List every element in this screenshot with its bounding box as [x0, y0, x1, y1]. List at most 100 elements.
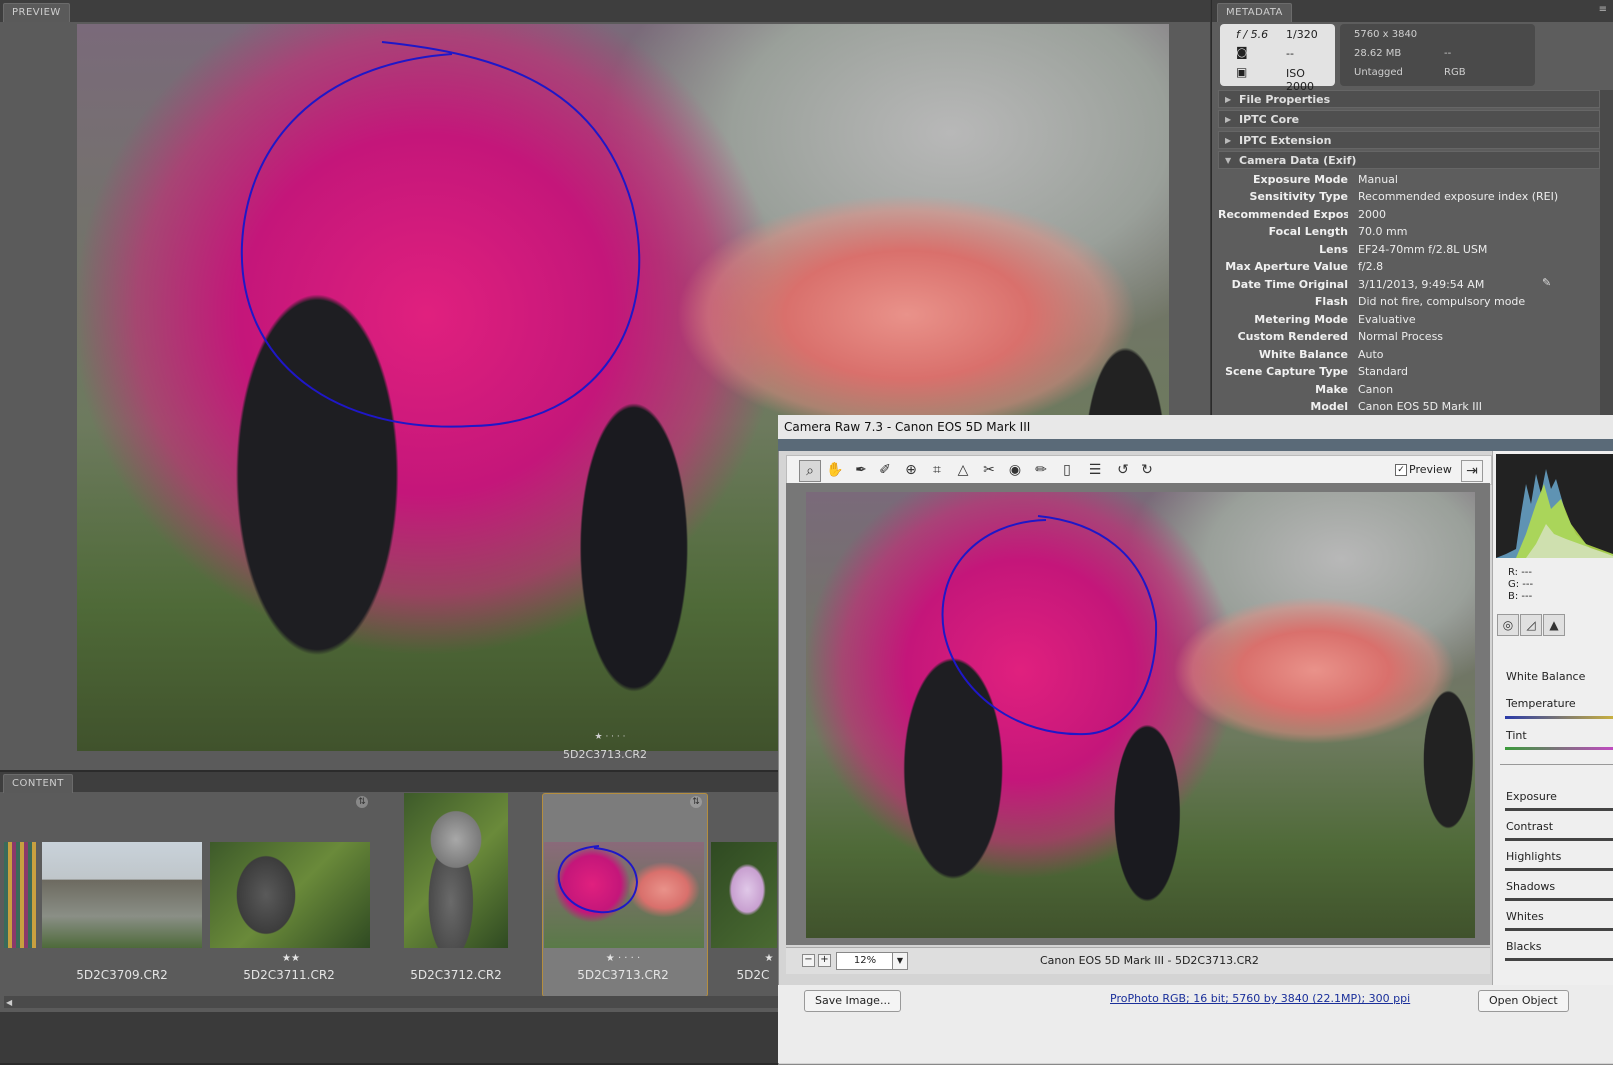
straighten-tool-icon[interactable]: △ [953, 460, 973, 480]
exif-value: Auto [1358, 348, 1384, 361]
scroll-left-icon[interactable]: ◀ [6, 998, 12, 1007]
rgb-r-readout: R: --- [1508, 567, 1533, 578]
thumbnail-stack-icon[interactable]: ⇅ [690, 796, 702, 808]
rotate-left-icon[interactable]: ↺ [1113, 460, 1133, 480]
thumbnail-label: 5D2C3712.CR2 [410, 968, 502, 982]
panel-menu-icon[interactable]: ≡ [1599, 4, 1607, 15]
tab-content[interactable]: CONTENT [3, 774, 73, 793]
exif-row: Focal Length 70.0 mm [1218, 225, 1608, 242]
file-info-box: 5760 x 3840 28.62 MB -- Untagged RGB [1340, 24, 1535, 86]
thumbnail-house[interactable] [42, 842, 202, 948]
contrast-slider[interactable] [1505, 838, 1613, 841]
thumbnail-statue[interactable] [404, 793, 508, 948]
highlights-slider[interactable] [1505, 868, 1613, 871]
highlights-label: Highlights [1506, 850, 1562, 863]
histogram [1496, 454, 1613, 558]
shadows-slider[interactable] [1505, 898, 1613, 901]
section-camera-data[interactable]: ▼ Camera Data (Exif) [1218, 151, 1600, 169]
color-sampler-tool-icon[interactable]: ✐ [875, 460, 895, 480]
section-label: IPTC Core [1239, 113, 1300, 126]
temperature-slider[interactable] [1505, 716, 1613, 719]
thumbnail-stars[interactable]: ★ · · · · [538, 953, 708, 964]
workflow-options-link[interactable]: ProPhoto RGB; 16 bit; 5760 by 3840 (22.1… [1110, 992, 1410, 1005]
bottom-bar [0, 1012, 780, 1063]
thumbnail-partial-right[interactable] [711, 842, 777, 948]
rotate-right-icon[interactable]: ↻ [1137, 460, 1157, 480]
zoom-in-button[interactable]: + [818, 954, 831, 967]
blacks-slider[interactable] [1505, 958, 1613, 961]
exif-row: Sensitivity Type Recommended exposure ind… [1218, 190, 1608, 207]
exif-key: Max Aperture Value [1225, 260, 1348, 273]
adjustment-brush-icon[interactable]: ✏ [1031, 460, 1051, 480]
thumbnail-label: 5D2C3711.CR2 [243, 968, 335, 982]
zoom-out-button[interactable]: − [802, 954, 815, 967]
exif-row: Exposure Mode Manual [1218, 173, 1608, 190]
expand-icon: ▶ [1225, 136, 1232, 145]
open-object-button[interactable]: Open Object [1478, 990, 1569, 1012]
shadows-label: Shadows [1506, 880, 1556, 893]
thumbnail-partial[interactable] [4, 842, 36, 948]
exif-key: Scene Capture Type [1225, 365, 1348, 378]
exif-row: Custom Rendered Normal Process [1218, 330, 1608, 347]
hand-tool-icon[interactable]: ✋ [825, 460, 845, 480]
tone-curve-tab-icon[interactable]: ◿ [1520, 614, 1542, 636]
red-eye-icon[interactable]: ◉ [1005, 460, 1025, 480]
camera-icon: ▣ [1236, 65, 1248, 79]
exif-key: Exposure Mode [1253, 173, 1348, 186]
camera-raw-preview-image[interactable] [806, 492, 1475, 938]
preview-checkbox-label: Preview [1409, 463, 1452, 476]
tint-slider[interactable] [1505, 747, 1613, 750]
preview-rating-stars[interactable]: ★ · · · · [560, 732, 660, 742]
basic-tab-icon[interactable]: ◎ [1497, 614, 1519, 636]
white-balance-tool-icon[interactable]: ✒ [851, 460, 871, 480]
exif-key: Date Time Original [1231, 278, 1348, 291]
dialog-frame-strip [778, 439, 1613, 451]
tab-metadata[interactable]: METADATA [1217, 3, 1292, 22]
exif-key: Lens [1319, 243, 1348, 256]
thumbnail-post[interactable] [210, 842, 370, 948]
targeted-adjustment-icon[interactable]: ⊕ [901, 460, 921, 480]
zoom-level-field[interactable]: 12% [836, 952, 894, 970]
section-file-properties[interactable]: ▶ File Properties [1218, 90, 1600, 108]
metadata-scrollbar[interactable] [1600, 90, 1613, 420]
crop-tool-icon[interactable]: ⌗ [927, 460, 947, 480]
exif-row: Lens EF24-70mm f/2.8L USM [1218, 243, 1608, 260]
exif-value: Recommended exposure index (REI) [1358, 190, 1559, 203]
tab-preview[interactable]: PREVIEW [3, 3, 70, 22]
thumbnail-stack-icon[interactable]: ⇅ [356, 796, 368, 808]
thumbnail-label: 5D2C3709.CR2 [76, 968, 168, 982]
save-image-button[interactable]: Save Image... [804, 990, 902, 1012]
exif-key: Focal Length [1268, 225, 1348, 238]
preferences-icon[interactable]: ☰ [1085, 460, 1105, 480]
detail-tab-icon[interactable]: ▲ [1543, 614, 1565, 636]
section-iptc-extension[interactable]: ▶ IPTC Extension [1218, 131, 1600, 149]
preview-checkbox[interactable]: ✓ [1395, 464, 1407, 476]
exif-value: Evaluative [1358, 313, 1416, 326]
section-label: File Properties [1239, 93, 1331, 106]
exif-key: White Balance [1258, 348, 1348, 361]
exif-row: Recommended Expos... 2000 [1218, 208, 1608, 225]
whites-slider[interactable] [1505, 928, 1613, 931]
pencil-edit-icon[interactable]: ✎ [1542, 276, 1551, 289]
camera-raw-titlebar[interactable]: Camera Raw 7.3 - Canon EOS 5D Mark III [778, 415, 1613, 439]
temperature-label: Temperature [1506, 697, 1576, 710]
section-label: IPTC Extension [1239, 134, 1332, 147]
expand-icon: ▶ [1225, 115, 1232, 124]
thumbnail-stars[interactable]: ★★ [206, 953, 376, 964]
exif-key: Custom Rendered [1237, 330, 1348, 343]
metering-value: -- [1286, 47, 1294, 60]
exif-row: Make Canon [1218, 383, 1608, 400]
thumbnail-selected-flower[interactable] [544, 842, 704, 948]
content-scrollbar[interactable]: ◀ [4, 996, 780, 1008]
zoom-dropdown-icon[interactable]: ▼ [892, 952, 908, 970]
fullscreen-toggle-icon[interactable]: ⇥ [1461, 460, 1483, 482]
graduated-filter-icon[interactable]: ▯ [1057, 460, 1077, 480]
zoom-tool-icon[interactable]: ⌕ [799, 460, 821, 482]
section-iptc-core[interactable]: ▶ IPTC Core [1218, 110, 1600, 128]
whites-label: Whites [1506, 910, 1544, 923]
exif-value: Canon EOS 5D Mark III [1358, 400, 1482, 413]
spot-removal-icon[interactable]: ✂ [979, 460, 999, 480]
exif-row: White Balance Auto [1218, 348, 1608, 365]
exposure-slider[interactable] [1505, 808, 1613, 811]
white-balance-label: White Balance [1506, 670, 1586, 683]
